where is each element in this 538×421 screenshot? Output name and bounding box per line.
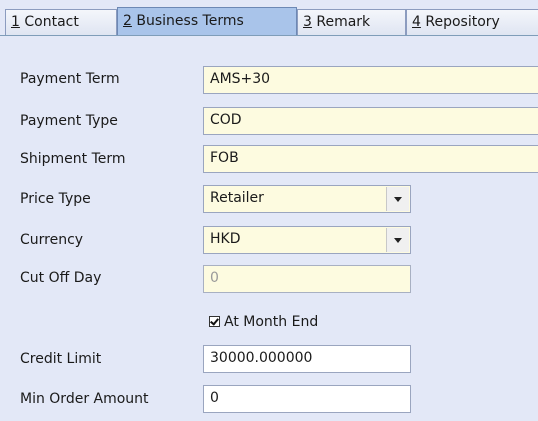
cut-off-day-field: 0: [203, 265, 411, 293]
min-order-amount-value: 0: [210, 390, 219, 406]
at-month-end-label: At Month End: [224, 314, 319, 330]
payment-type-value: COD: [210, 112, 242, 128]
payment-term-label: Payment Term: [20, 71, 120, 87]
tab-repository-accesskey: 4: [412, 14, 421, 30]
tab-repository[interactable]: 4 Repository: [406, 9, 538, 35]
credit-limit-value: 30000.000000: [210, 350, 313, 366]
tab-contact-label: Contact: [19, 14, 79, 30]
payment-type-label: Payment Type: [20, 113, 118, 129]
shipment-term-field[interactable]: FOB: [203, 145, 538, 173]
currency-label: Currency: [20, 232, 84, 248]
tab-contact[interactable]: 1 Contact: [5, 9, 117, 35]
price-type-value: Retailer: [210, 190, 264, 206]
price-type-label: Price Type: [20, 191, 91, 207]
currency-value: HKD: [210, 231, 241, 247]
shipment-term-label: Shipment Term: [20, 151, 126, 167]
credit-limit-field[interactable]: 30000.000000: [203, 345, 411, 373]
payment-term-field[interactable]: AMS+30: [203, 66, 538, 94]
currency-chevron-down-icon[interactable]: [386, 228, 409, 252]
price-type-chevron-down-icon[interactable]: [386, 187, 409, 211]
credit-limit-label: Credit Limit: [20, 351, 102, 367]
tab-business-terms[interactable]: 2 Business Terms: [117, 7, 297, 36]
tab-repository-label: Repository: [420, 14, 500, 30]
tab-remark-accesskey: 3: [303, 14, 312, 30]
at-month-end-checkbox[interactable]: [209, 316, 220, 327]
shipment-term-value: FOB: [210, 150, 239, 166]
tab-business-terms-accesskey: 2: [123, 13, 132, 29]
currency-select[interactable]: HKD: [203, 226, 411, 254]
tab-contact-accesskey: 1: [11, 14, 20, 30]
payment-type-field[interactable]: COD: [203, 107, 538, 135]
tab-business-terms-label: Business Terms: [131, 13, 244, 29]
at-month-end-option[interactable]: At Month End: [209, 314, 318, 330]
min-order-amount-field[interactable]: 0: [203, 385, 411, 413]
tab-remark-label: Remark: [311, 14, 371, 30]
cut-off-day-label: Cut Off Day: [20, 270, 102, 286]
cut-off-day-value: 0: [210, 270, 219, 286]
tab-remark[interactable]: 3 Remark: [297, 9, 406, 35]
price-type-select[interactable]: Retailer: [203, 185, 411, 213]
tab-bar: 1 Contact 2 Business Terms 3 Remark 4 Re…: [0, 0, 538, 36]
min-order-amount-label: Min Order Amount: [20, 391, 149, 407]
payment-term-value: AMS+30: [210, 71, 271, 87]
